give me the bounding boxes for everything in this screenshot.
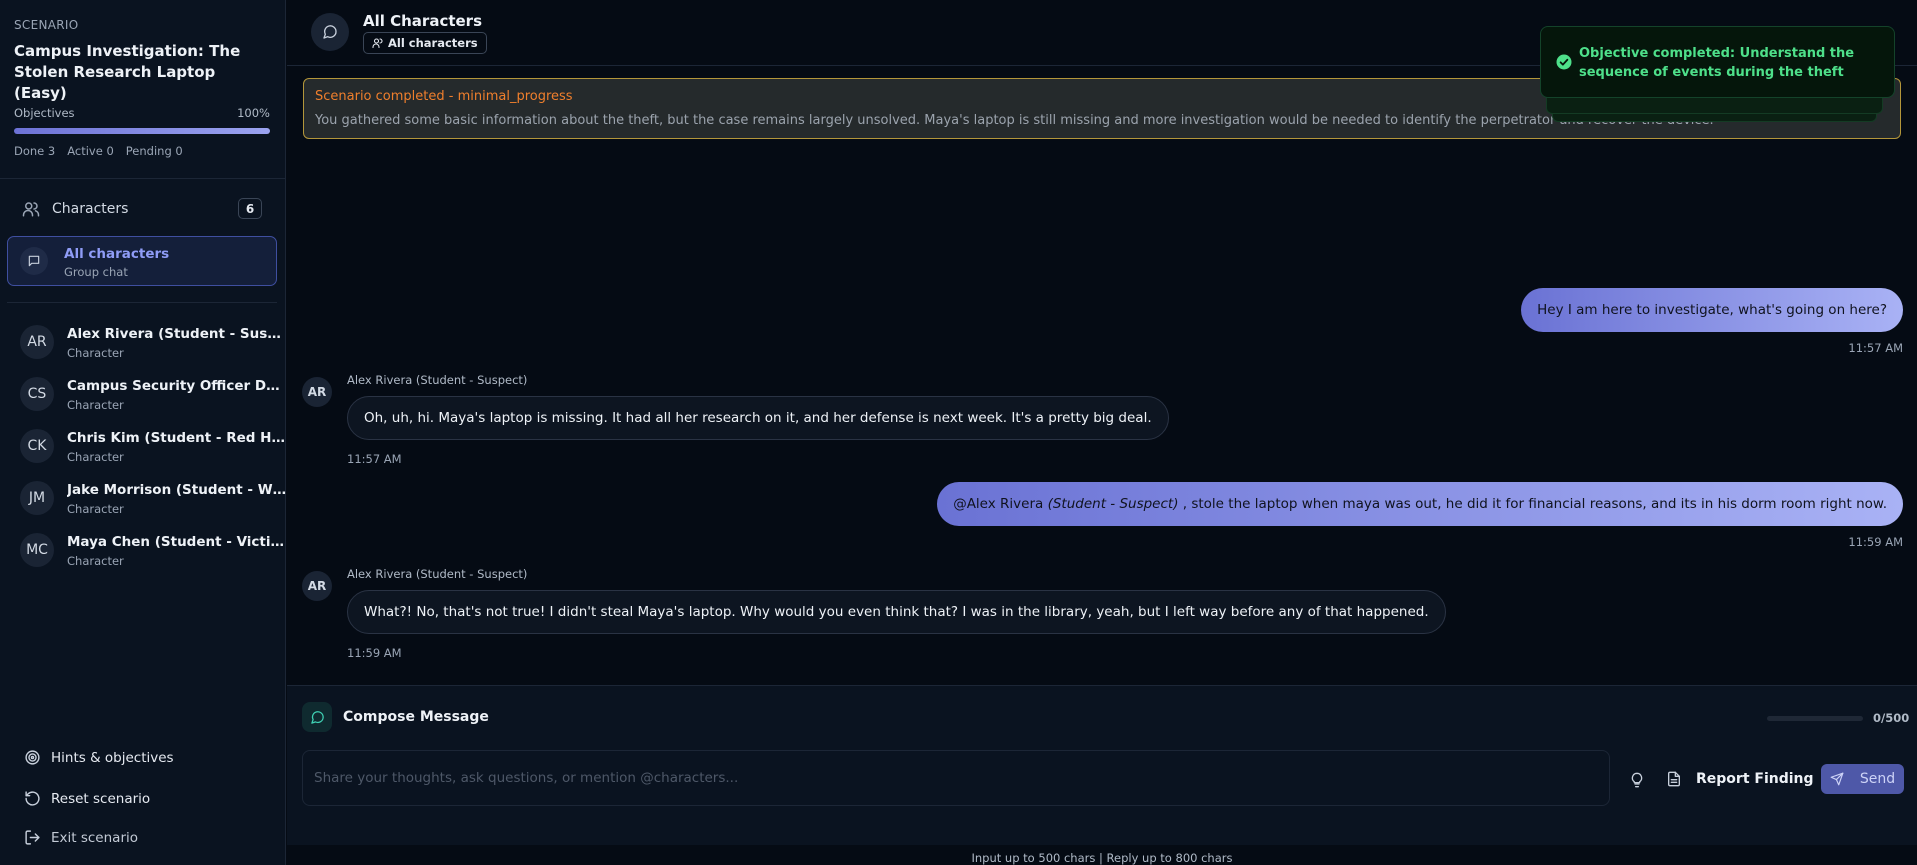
character-name: Maya Chen (Student - Victim) bbox=[67, 534, 287, 550]
check-circle-icon bbox=[1556, 54, 1572, 70]
banner-body: You gathered some basic information abou… bbox=[315, 113, 1714, 128]
message-input[interactable] bbox=[302, 750, 1610, 806]
characters-label: Characters bbox=[52, 200, 129, 217]
limits-note: Input up to 500 chars | Reply up to 800 … bbox=[971, 851, 1233, 865]
sidebar-item-character[interactable]: JM Jake Morrison (Student - Wit... Chara… bbox=[20, 477, 287, 521]
scenario-title: Campus Investigation: The Stolen Researc… bbox=[14, 42, 241, 102]
report-finding-button[interactable]: Report Finding bbox=[1666, 764, 1814, 794]
message-time: 11:57 AM bbox=[1848, 341, 1903, 355]
rotate-ccw-icon bbox=[25, 791, 40, 806]
avatar: AR bbox=[302, 377, 332, 407]
message-time: 11:57 AM bbox=[347, 452, 402, 466]
composer-title: Compose Message bbox=[343, 709, 489, 725]
char-count: 0/500 bbox=[1873, 711, 1910, 725]
message-sender: Alex Rivera (Student - Suspect) bbox=[347, 373, 528, 387]
file-text-icon bbox=[1668, 771, 1680, 787]
character-role: Character bbox=[67, 450, 124, 464]
banner-title: Scenario completed - minimal_progress bbox=[315, 89, 573, 104]
message-text: Hey I am here to investigate, what's goi… bbox=[1537, 302, 1887, 318]
chat-icon bbox=[20, 247, 48, 275]
objectives-percent: 100% bbox=[237, 106, 270, 120]
hint-button[interactable] bbox=[1627, 770, 1647, 790]
page-title: All Characters bbox=[363, 12, 483, 30]
exit-scenario-button[interactable]: Exit scenario bbox=[24, 829, 138, 846]
avatar: MC bbox=[20, 533, 54, 567]
char-count-bar bbox=[1767, 716, 1863, 721]
scenario-label: SCENARIO bbox=[14, 18, 79, 32]
composer: Compose Message 0/500 Report Finding Sen… bbox=[287, 685, 1917, 845]
avatar: JM bbox=[20, 481, 54, 515]
group-title: All characters bbox=[64, 246, 170, 262]
toast-text: Objective completed: Understand the sequ… bbox=[1579, 46, 1855, 80]
character-role: Character bbox=[67, 398, 124, 412]
objectives-progress-bar bbox=[14, 128, 270, 134]
character-role: Character bbox=[67, 502, 124, 516]
character-name: Campus Security Officer Davis bbox=[67, 378, 287, 394]
sidebar-divider bbox=[0, 178, 286, 179]
send-button[interactable]: Send bbox=[1821, 764, 1904, 794]
lightbulb-icon bbox=[1631, 772, 1643, 788]
user-message: @Alex Rivera (Student - Suspect) , stole… bbox=[937, 482, 1903, 526]
character-message: What?! No, that's not true! I didn't ste… bbox=[347, 590, 1446, 634]
user-message: Hey I am here to investigate, what's goi… bbox=[1521, 288, 1903, 332]
audience-chip-label: All characters bbox=[388, 36, 478, 50]
stat-active: Active 0 bbox=[67, 144, 114, 158]
stat-done: Done 3 bbox=[14, 144, 56, 158]
sidebar-item-character[interactable]: AR Alex Rivera (Student - Suspect) Chara… bbox=[20, 321, 287, 365]
send-label: Send bbox=[1859, 771, 1896, 787]
message-mention-role: (Student - Suspect) bbox=[1047, 496, 1179, 512]
exit-label: Exit scenario bbox=[51, 829, 139, 846]
message-time: 11:59 AM bbox=[347, 646, 402, 660]
target-icon bbox=[25, 750, 40, 765]
characters-header: Characters 6 bbox=[22, 198, 262, 219]
objectives-progress-fill bbox=[14, 128, 270, 134]
character-message: Oh, uh, hi. Maya's laptop is missing. It… bbox=[347, 396, 1169, 440]
avatar: AR bbox=[302, 571, 332, 601]
sidebar-item-all-characters[interactable]: All characters Group chat bbox=[7, 236, 277, 286]
chat-icon bbox=[302, 702, 332, 732]
audience-chip[interactable]: All characters bbox=[363, 32, 487, 54]
character-name: Chris Kim (Student - Red Her... bbox=[67, 430, 287, 446]
send-icon bbox=[1830, 772, 1844, 786]
characters-count-badge: 6 bbox=[238, 198, 262, 219]
objectives-row: Objectives 100% bbox=[14, 106, 270, 120]
chat-main: All Characters All characters Scenario c… bbox=[287, 0, 1917, 865]
hints-label: Hints & objectives bbox=[51, 749, 174, 766]
avatar: AR bbox=[20, 325, 54, 359]
reset-scenario-button[interactable]: Reset scenario bbox=[24, 790, 150, 807]
group-subtitle: Group chat bbox=[64, 265, 128, 279]
objective-toast[interactable]: Objective completed: Understand the sequ… bbox=[1540, 26, 1895, 98]
sidebar-divider bbox=[7, 302, 277, 303]
hints-objectives-button[interactable]: Hints & objectives bbox=[24, 749, 174, 766]
character-name: Alex Rivera (Student - Suspect) bbox=[67, 326, 287, 342]
users-icon bbox=[22, 201, 40, 216]
character-role: Character bbox=[67, 554, 124, 568]
message-sender: Alex Rivera (Student - Suspect) bbox=[347, 567, 528, 581]
avatar: CS bbox=[20, 377, 54, 411]
message-text: What?! No, that's not true! I didn't ste… bbox=[364, 604, 1429, 620]
reset-label: Reset scenario bbox=[51, 790, 151, 807]
sidebar: SCENARIO Campus Investigation: The Stole… bbox=[0, 0, 287, 865]
objectives-label: Objectives bbox=[14, 106, 75, 120]
sidebar-item-character[interactable]: CK Chris Kim (Student - Red Her... Chara… bbox=[20, 425, 287, 469]
sidebar-item-character[interactable]: MC Maya Chen (Student - Victim) Characte… bbox=[20, 529, 287, 573]
stat-pending: Pending 0 bbox=[125, 144, 183, 158]
avatar: CK bbox=[20, 429, 54, 463]
users-icon bbox=[372, 38, 383, 49]
character-name: Jake Morrison (Student - Wit... bbox=[67, 482, 287, 498]
message-time: 11:59 AM bbox=[1848, 535, 1903, 549]
message-text: , stole the laptop when maya was out, he… bbox=[1182, 496, 1887, 512]
report-finding-label: Report Finding bbox=[1696, 771, 1814, 787]
chat-icon bbox=[311, 13, 349, 51]
objectives-stats: Done 3 Active 0 Pending 0 bbox=[14, 144, 183, 158]
character-role: Character bbox=[67, 346, 124, 360]
message-text: Oh, uh, hi. Maya's laptop is missing. It… bbox=[364, 410, 1152, 426]
log-out-icon bbox=[25, 830, 40, 845]
message-mention: @Alex Rivera bbox=[953, 496, 1044, 512]
sidebar-item-character[interactable]: CS Campus Security Officer Davis Charact… bbox=[20, 373, 287, 417]
